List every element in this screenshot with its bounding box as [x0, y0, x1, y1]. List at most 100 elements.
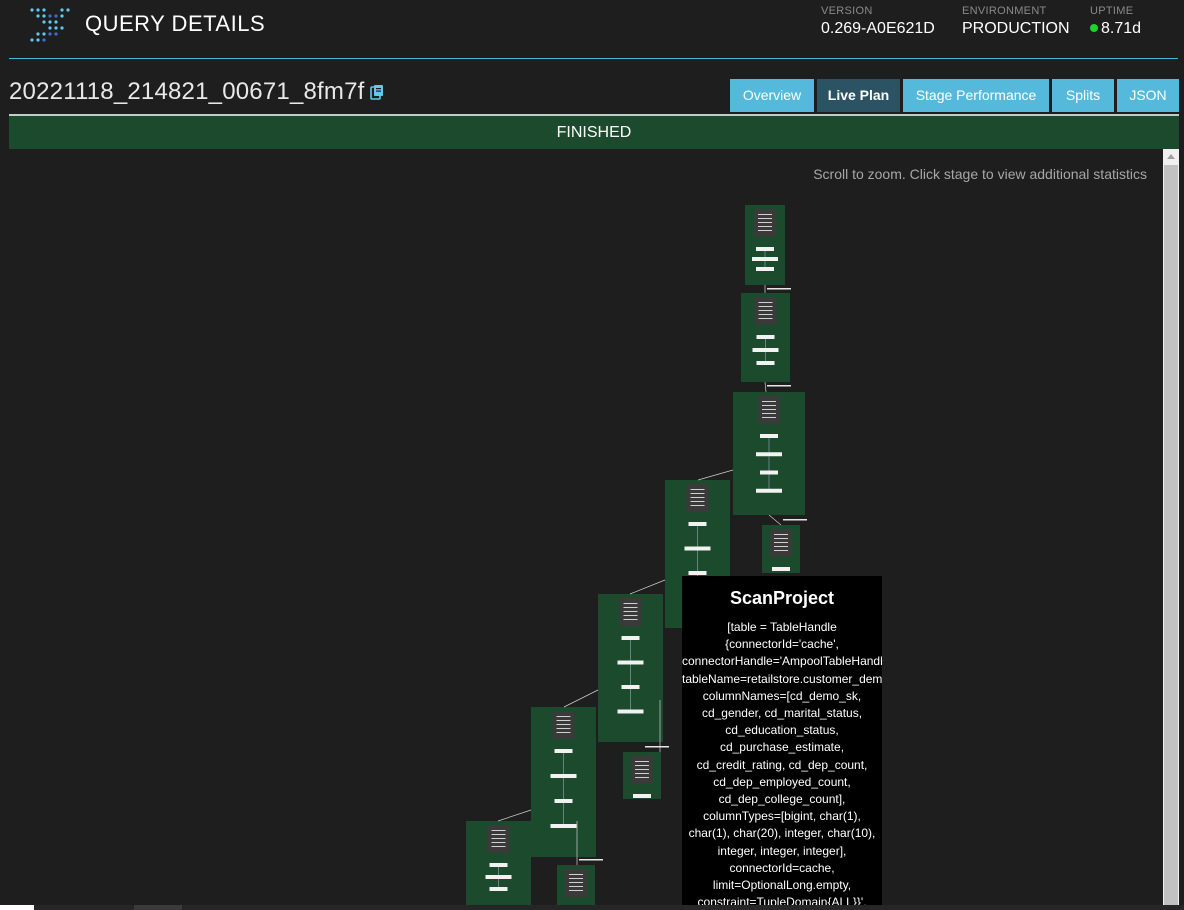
uptime-value: 8.71d [1101, 20, 1142, 37]
tab-overview[interactable]: Overview [730, 79, 814, 112]
stage-edge[interactable] [697, 469, 734, 481]
stage-header-line[interactable] [758, 222, 772, 223]
stage-header-line[interactable] [569, 874, 583, 875]
version-info: VERSION 0.269-A0E621D [821, 5, 935, 38]
operator-node [554, 799, 573, 803]
stage-header-line[interactable] [556, 716, 571, 717]
stage-header-line[interactable] [556, 724, 571, 725]
tab-stage-performance[interactable]: Stage Performance [903, 79, 1049, 112]
stage-header-line[interactable] [758, 306, 773, 307]
stage-header-line[interactable] [491, 830, 506, 831]
stage-header-line[interactable] [491, 842, 506, 843]
stage-header-line[interactable] [635, 765, 649, 766]
stage-header-line[interactable] [690, 497, 705, 498]
stage-header-line[interactable] [774, 550, 788, 551]
edge-label [783, 519, 807, 521]
stage-header-line[interactable] [762, 417, 776, 418]
stage-header-line[interactable] [569, 886, 583, 887]
stage-header-line[interactable] [690, 501, 705, 502]
stage-header-line[interactable] [569, 878, 583, 879]
edge-label [767, 288, 791, 290]
operator-node [756, 247, 774, 251]
clipboard-icon[interactable] [370, 84, 384, 100]
app-header: QUERY DETAILS VERSION 0.269-A0E621D ENVI… [0, 0, 1184, 58]
query-state-bar: FINISHED [9, 114, 1179, 149]
stage-header-line[interactable] [774, 546, 788, 547]
operator-node [772, 567, 790, 571]
operator-node [756, 488, 782, 493]
tab-splits[interactable]: Splits [1052, 79, 1114, 112]
header-divider [9, 58, 1178, 59]
stage-header-line[interactable] [635, 761, 649, 762]
uptime-info: UPTIME 8.71d [1090, 5, 1141, 38]
stage-header-line[interactable] [623, 619, 638, 620]
tooltip-title: ScanProject [729, 588, 835, 608]
stage-header-line[interactable] [623, 615, 638, 616]
stage-header-line[interactable] [635, 777, 649, 778]
stage-header-line[interactable] [762, 405, 776, 406]
operator-node [489, 863, 508, 867]
stage-header-line[interactable] [774, 538, 788, 539]
stage-header-line[interactable] [758, 302, 773, 303]
plan-scrollbar[interactable] [1163, 149, 1179, 907]
edge-label [645, 746, 669, 748]
stage-header-line[interactable] [623, 611, 638, 612]
stage-header-line[interactable] [556, 728, 571, 729]
live-plan-canvas[interactable]: Scroll to zoom. Click stage to view addi… [9, 149, 1163, 907]
stage-edge[interactable] [629, 579, 666, 595]
stage-header-line[interactable] [758, 214, 772, 215]
stage-header-line[interactable] [690, 493, 705, 494]
stage-header-line[interactable] [491, 838, 506, 839]
tab-json[interactable]: JSON [1117, 79, 1179, 112]
stage-header-line[interactable] [569, 882, 583, 883]
stage-edge[interactable] [497, 809, 532, 822]
operator-node [688, 522, 707, 526]
operator-node [756, 335, 775, 339]
stage-header-line[interactable] [762, 401, 776, 402]
stage-header-line[interactable] [762, 413, 776, 414]
operator-node [756, 267, 774, 271]
stage-header-line[interactable] [774, 542, 788, 543]
stage-header-line[interactable] [491, 834, 506, 835]
operator-node [617, 709, 644, 714]
stage-header-line[interactable] [569, 890, 583, 891]
uptime-row: 8.71d [1090, 20, 1141, 38]
version-label: VERSION [821, 5, 873, 17]
version-value: 0.269-A0E621D [821, 20, 935, 37]
operator-node [752, 257, 778, 261]
operator-node [756, 361, 775, 365]
tab-live-plan[interactable]: Live Plan [817, 79, 900, 112]
stage-header-line[interactable] [635, 773, 649, 774]
stage-header-line[interactable] [758, 230, 772, 231]
stage-header-line[interactable] [556, 720, 571, 721]
stage-header-line[interactable] [690, 505, 705, 506]
stage-header-line[interactable] [635, 769, 649, 770]
stage-header-line[interactable] [762, 409, 776, 410]
stage-header-line[interactable] [774, 534, 788, 535]
stage-edge[interactable] [563, 689, 599, 708]
stage-header-line[interactable] [758, 314, 773, 315]
operator-node [752, 348, 779, 352]
scroll-up-arrow-icon[interactable] [1167, 154, 1175, 159]
stage-header-line[interactable] [556, 732, 571, 733]
operator-node [621, 636, 640, 640]
scrollbar-thumb[interactable] [1164, 165, 1178, 907]
tooltip-body: [table = TableHandle {connectorId='cache… [682, 620, 882, 907]
environment-info: ENVIRONMENT PRODUCTION [962, 5, 1070, 38]
operator-node [485, 875, 512, 879]
stage-header-line[interactable] [758, 310, 773, 311]
stage-header-line[interactable] [690, 489, 705, 490]
stage-header-line[interactable] [758, 226, 772, 227]
stage-header-line[interactable] [623, 607, 638, 608]
operator-node [633, 794, 651, 798]
plan-graph[interactable] [9, 149, 1163, 907]
edge-label [767, 385, 791, 387]
stage-header-line[interactable] [758, 218, 772, 219]
stage-header-line[interactable] [758, 318, 773, 319]
operator-node [550, 774, 577, 778]
stage-edge[interactable] [768, 514, 782, 526]
stage-header-line[interactable] [491, 846, 506, 847]
stage-edge[interactable] [764, 381, 767, 393]
presto-logo-icon[interactable] [28, 6, 72, 42]
stage-header-line[interactable] [623, 603, 638, 604]
